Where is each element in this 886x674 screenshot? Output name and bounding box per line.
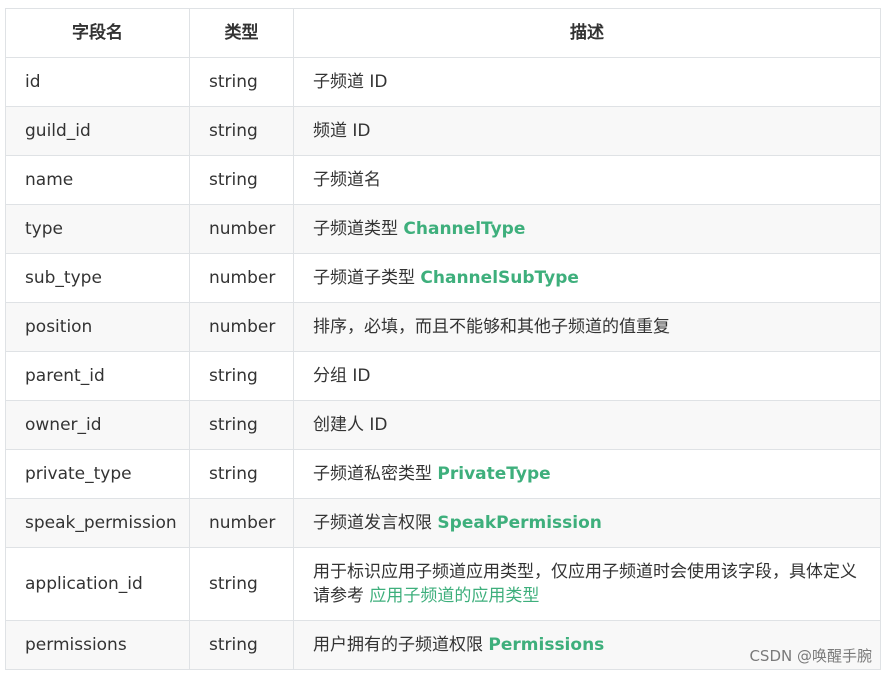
cell-type: string: [189, 547, 294, 621]
cell-type: number: [189, 253, 294, 303]
cell-type: number: [189, 204, 294, 254]
description-text: 频道 ID: [313, 121, 371, 141]
cell-type: string: [189, 351, 294, 401]
cell-type: number: [189, 302, 294, 352]
cell-field: owner_id: [5, 400, 190, 450]
table-header-row: 字段名 类型 描述: [5, 8, 881, 58]
description-text: 用户拥有的子频道权限: [313, 635, 489, 655]
cell-field: sub_type: [5, 253, 190, 303]
description-text: 子频道子类型: [313, 268, 421, 288]
csdn-watermark: CSDN @唤醒手腕: [749, 647, 872, 665]
private-type-link[interactable]: PrivateType: [437, 464, 550, 484]
description-text: 创建人 ID: [313, 415, 388, 435]
cell-description: 子频道类型 ChannelType: [293, 204, 881, 254]
description-text: 子频道名: [313, 170, 381, 190]
cell-type: string: [189, 155, 294, 205]
cell-description: 频道 ID: [293, 106, 881, 156]
table-row: application_id string 用于标识应用子频道应用类型，仅应用子…: [5, 547, 881, 621]
table-row: owner_id string 创建人 ID: [5, 400, 881, 450]
table-row: guild_id string 频道 ID: [5, 106, 881, 156]
cell-field: id: [5, 57, 190, 107]
cell-description: 创建人 ID: [293, 400, 881, 450]
cell-field: name: [5, 155, 190, 205]
table-row: private_type string 子频道私密类型 PrivateType: [5, 449, 881, 499]
channel-fields-table: 字段名 类型 描述 id string 子频道 ID guild_id stri…: [5, 8, 881, 670]
header-field-name: 字段名: [5, 8, 190, 58]
table-row: speak_permission number 子频道发言权限 SpeakPer…: [5, 498, 881, 548]
description-text: 排序，必填，而且不能够和其他子频道的值重复: [313, 317, 670, 337]
cell-description: 用于标识应用子频道应用类型，仅应用子频道时会使用该字段，具体定义请参考 应用子频…: [293, 547, 881, 621]
cell-field: permissions: [5, 620, 190, 670]
cell-description: 子频道私密类型 PrivateType: [293, 449, 881, 499]
cell-field: private_type: [5, 449, 190, 499]
table-row: parent_id string 分组 ID: [5, 351, 881, 401]
cell-type: string: [189, 106, 294, 156]
channel-type-link[interactable]: ChannelType: [403, 219, 525, 239]
table-row: position number 排序，必填，而且不能够和其他子频道的值重复: [5, 302, 881, 352]
cell-description: 子频道名: [293, 155, 881, 205]
cell-description: 子频道发言权限 SpeakPermission: [293, 498, 881, 548]
cell-description: 排序，必填，而且不能够和其他子频道的值重复: [293, 302, 881, 352]
table-row: name string 子频道名: [5, 155, 881, 205]
cell-field: type: [5, 204, 190, 254]
table-row: sub_type number 子频道子类型 ChannelSubType: [5, 253, 881, 303]
cell-description: 子频道子类型 ChannelSubType: [293, 253, 881, 303]
table-row: type number 子频道类型 ChannelType: [5, 204, 881, 254]
header-type: 类型: [189, 8, 294, 58]
description-text: 分组 ID: [313, 366, 371, 386]
cell-type: string: [189, 57, 294, 107]
cell-type: string: [189, 620, 294, 670]
fields-table-container: 字段名 类型 描述 id string 子频道 ID guild_id stri…: [5, 8, 881, 670]
description-text: 子频道类型: [313, 219, 404, 239]
description-text: 子频道私密类型: [313, 464, 438, 484]
application-type-link[interactable]: 应用子频道的应用类型: [369, 586, 539, 606]
cell-description: 子频道 ID: [293, 57, 881, 107]
cell-field: guild_id: [5, 106, 190, 156]
table-row: id string 子频道 ID: [5, 57, 881, 107]
description-text: 子频道 ID: [313, 72, 388, 92]
speak-permission-link[interactable]: SpeakPermission: [437, 513, 601, 533]
header-description: 描述: [293, 8, 881, 58]
channel-subtype-link[interactable]: ChannelSubType: [420, 268, 579, 288]
cell-type: string: [189, 449, 294, 499]
permissions-link[interactable]: Permissions: [488, 635, 604, 655]
cell-field: application_id: [5, 547, 190, 621]
description-text: 子频道发言权限: [313, 513, 438, 533]
cell-field: speak_permission: [5, 498, 190, 548]
cell-description: 分组 ID: [293, 351, 881, 401]
cell-field: parent_id: [5, 351, 190, 401]
cell-type: string: [189, 400, 294, 450]
cell-type: number: [189, 498, 294, 548]
cell-field: position: [5, 302, 190, 352]
